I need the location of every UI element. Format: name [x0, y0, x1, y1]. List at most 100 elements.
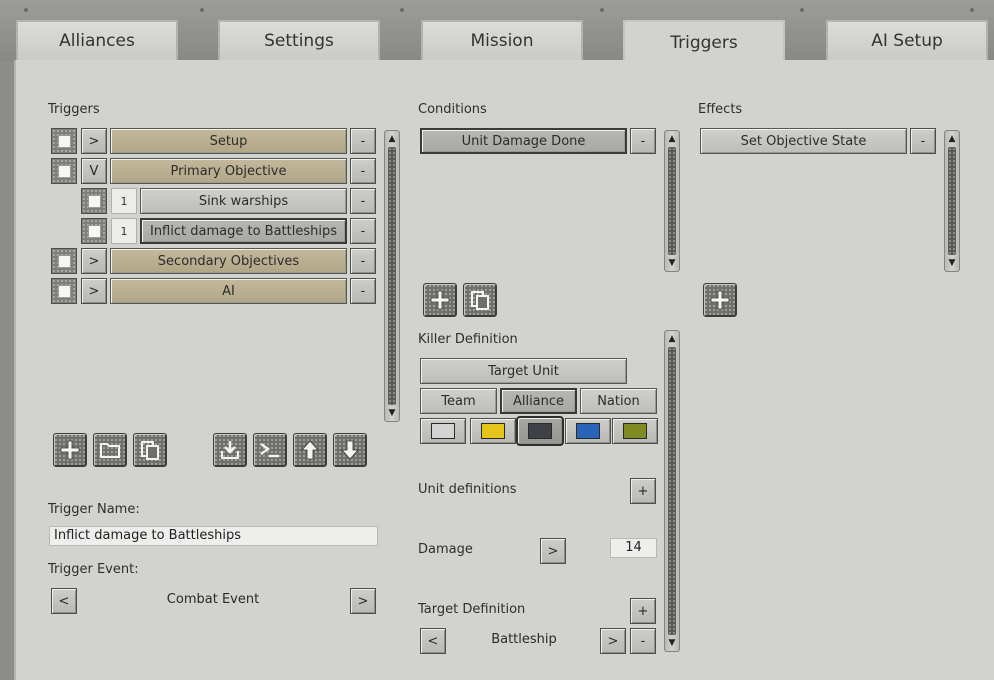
triggers-scrollbar[interactable]: ▲ ▼ [384, 130, 400, 422]
expand-toggle-button[interactable]: > [81, 278, 107, 304]
color-swatch [576, 423, 600, 439]
tab-label: Alliances [59, 31, 135, 51]
add-folder-button[interactable] [93, 433, 127, 467]
target-definition-label: Target Definition [418, 602, 526, 617]
tab-label: Mission [470, 31, 534, 51]
trigger-item-ai[interactable]: AI [110, 278, 347, 304]
trigger-item-setup[interactable]: Setup [110, 128, 347, 154]
add-condition-button[interactable] [423, 283, 457, 317]
expand-toggle-button[interactable]: > [81, 248, 107, 274]
color-swatch [481, 423, 505, 439]
killer-definition-scrollbar[interactable]: ▲ ▼ [664, 330, 680, 652]
console-icon [260, 443, 279, 458]
team-color-dark-button[interactable] [516, 416, 564, 446]
trigger-item-inflict-damage[interactable]: Inflict damage to Battleships [140, 218, 347, 244]
scroll-up-icon[interactable]: ▲ [385, 132, 399, 146]
remove-trigger-button[interactable]: - [350, 278, 376, 304]
add-target-definition-button[interactable]: + [630, 598, 656, 624]
effects-header: Effects [698, 102, 743, 117]
scroll-down-icon[interactable]: ▼ [665, 256, 679, 270]
trigger-item-sink-warships[interactable]: Sink warships [140, 188, 347, 214]
trigger-enable-checkbox[interactable] [81, 188, 107, 214]
target-next-button[interactable]: > [600, 628, 626, 654]
effects-scrollbar[interactable]: ▲ ▼ [944, 130, 960, 272]
add-trigger-button[interactable] [53, 433, 87, 467]
download-icon [221, 441, 239, 459]
target-unit-button[interactable]: Target Unit [420, 358, 627, 384]
target-prev-button[interactable]: < [420, 628, 446, 654]
color-swatch [623, 423, 647, 439]
expand-toggle-button[interactable]: > [81, 128, 107, 154]
tab-triggers[interactable]: Triggers [623, 20, 785, 64]
add-unit-definition-button[interactable]: + [630, 478, 656, 504]
rivet-icon [970, 8, 974, 12]
expand-toggle-button[interactable]: V [81, 158, 107, 184]
conditions-scrollbar[interactable]: ▲ ▼ [664, 130, 680, 272]
team-color-blue-button[interactable] [565, 418, 611, 444]
rivet-icon [400, 8, 404, 12]
trigger-item-secondary-objectives[interactable]: Secondary Objectives [110, 248, 347, 274]
target-definition-value: Battleship [491, 632, 557, 647]
rivet-icon [200, 8, 204, 12]
tab-alliances[interactable]: Alliances [16, 20, 178, 60]
scroll-down-icon[interactable]: ▼ [665, 636, 679, 650]
color-swatch [431, 423, 455, 439]
triggers-panel: Triggers > Setup - V Primary Objective -… [14, 60, 994, 680]
team-color-olive-button[interactable] [612, 418, 658, 444]
scope-alliance-button[interactable]: Alliance [500, 388, 577, 414]
team-color-white-button[interactable] [420, 418, 466, 444]
condition-item-unit-damage-done[interactable]: Unit Damage Done [420, 128, 627, 154]
damage-value-input[interactable]: 14 [610, 538, 657, 558]
scroll-down-icon[interactable]: ▼ [945, 256, 959, 270]
unit-definitions-label: Unit definitions [418, 482, 517, 497]
trigger-name-input[interactable]: Inflict damage to Battleships [49, 526, 378, 546]
move-down-button[interactable] [333, 433, 367, 467]
trigger-enable-checkbox[interactable] [51, 128, 77, 154]
damage-label: Damage [418, 542, 473, 557]
trigger-event-value: Combat Event [166, 592, 260, 607]
scroll-up-icon[interactable]: ▲ [665, 132, 679, 146]
scroll-down-icon[interactable]: ▼ [385, 406, 399, 420]
scope-team-button[interactable]: Team [420, 388, 497, 414]
trigger-name-label: Trigger Name: [48, 502, 140, 517]
tab-mission[interactable]: Mission [421, 20, 583, 60]
remove-trigger-button[interactable]: - [350, 128, 376, 154]
rivet-icon [800, 8, 804, 12]
event-next-button[interactable]: > [350, 588, 376, 614]
scroll-up-icon[interactable]: ▲ [665, 332, 679, 346]
arrow-up-icon [301, 440, 319, 460]
arrow-down-icon [341, 440, 359, 460]
remove-trigger-button[interactable]: - [350, 218, 376, 244]
scope-nation-button[interactable]: Nation [580, 388, 657, 414]
tab-label: Settings [264, 31, 334, 51]
tab-settings[interactable]: Settings [218, 20, 380, 60]
move-up-button[interactable] [293, 433, 327, 467]
remove-target-button[interactable]: - [630, 628, 656, 654]
remove-trigger-button[interactable]: - [350, 188, 376, 214]
event-prev-button[interactable]: < [51, 588, 77, 614]
script-console-button[interactable] [253, 433, 287, 467]
plus-icon [430, 290, 450, 310]
trigger-enable-checkbox[interactable] [81, 218, 107, 244]
remove-trigger-button[interactable]: - [350, 158, 376, 184]
trigger-enable-checkbox[interactable] [51, 248, 77, 274]
add-effect-button[interactable] [703, 283, 737, 317]
color-swatch [528, 423, 552, 439]
remove-trigger-button[interactable]: - [350, 248, 376, 274]
import-trigger-button[interactable] [213, 433, 247, 467]
copy-condition-button[interactable] [463, 283, 497, 317]
damage-operator-button[interactable]: > [540, 538, 566, 564]
scroll-up-icon[interactable]: ▲ [945, 132, 959, 146]
triggers-header: Triggers [48, 102, 100, 117]
team-color-yellow-button[interactable] [470, 418, 516, 444]
rivet-icon [600, 8, 604, 12]
effect-item-set-objective-state[interactable]: Set Objective State [700, 128, 907, 154]
tab-label: AI Setup [871, 31, 943, 51]
trigger-item-primary-objective[interactable]: Primary Objective [110, 158, 347, 184]
trigger-enable-checkbox[interactable] [51, 278, 77, 304]
remove-effect-button[interactable]: - [910, 128, 936, 154]
tab-ai-setup[interactable]: AI Setup [826, 20, 988, 60]
copy-trigger-button[interactable] [133, 433, 167, 467]
remove-condition-button[interactable]: - [630, 128, 656, 154]
trigger-enable-checkbox[interactable] [51, 158, 77, 184]
